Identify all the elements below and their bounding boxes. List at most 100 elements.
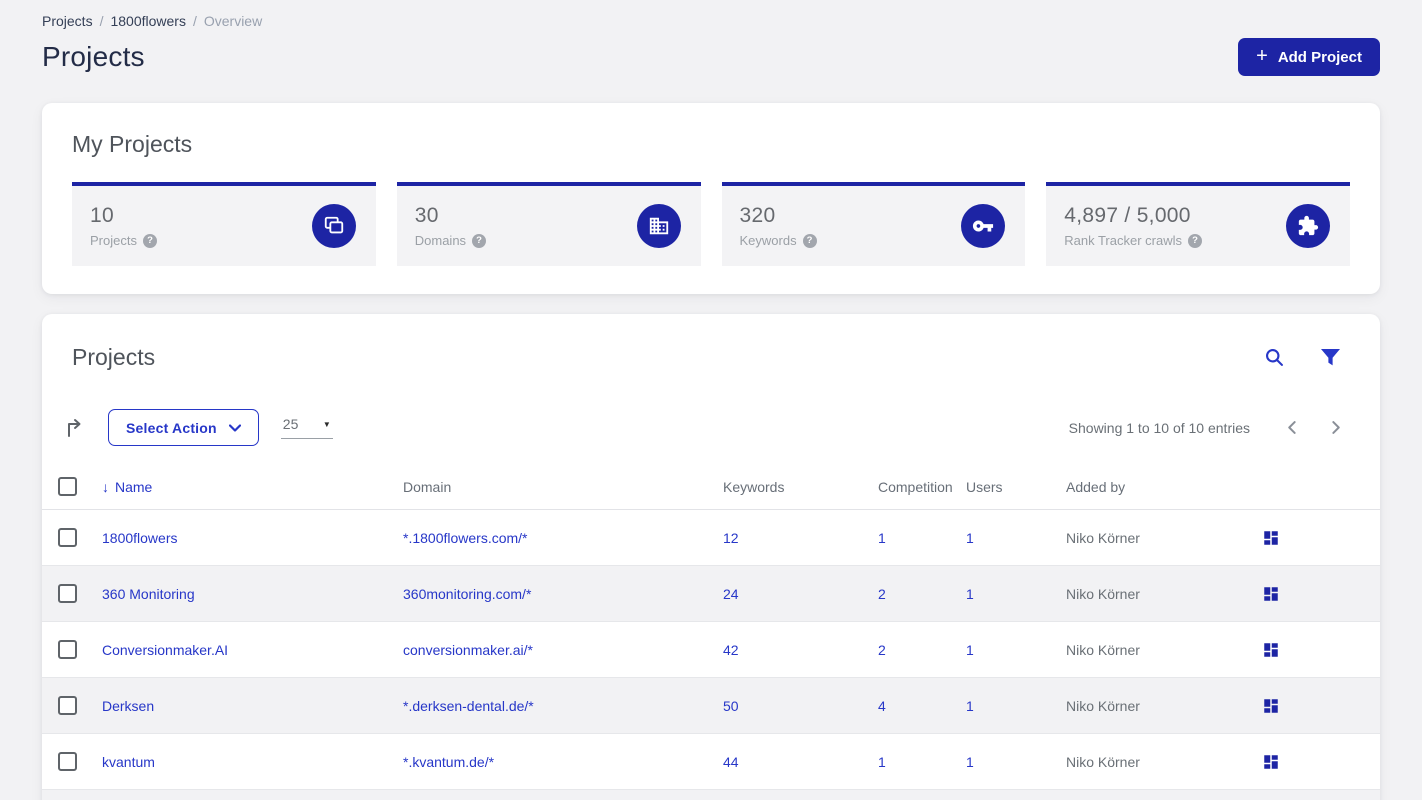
users-count-link[interactable]: 1 <box>966 642 974 658</box>
projects-panel-title: Projects <box>72 344 156 370</box>
users-count-link[interactable]: 1 <box>966 698 974 714</box>
stat-domains-label: Domains <box>414 233 467 248</box>
breadcrumb-1800flowers[interactable]: 1800flowers <box>110 13 186 29</box>
select-arrow-icon: ▼ <box>322 419 331 429</box>
project-name-link[interactable]: Conversionmaker.AI <box>102 642 228 658</box>
row-checkbox[interactable] <box>58 696 77 715</box>
page-size-value: 25 <box>282 416 299 432</box>
table-row: 1800flowers *.1800flowers.com/* 12 1 1 N… <box>42 510 1380 566</box>
my-projects-card: My Projects 10 Projects ? 30 Domains ? 3… <box>42 103 1380 294</box>
users-count-link[interactable]: 1 <box>966 586 974 602</box>
column-header-keywords[interactable]: Keywords <box>723 479 878 495</box>
plus-icon: + <box>1256 45 1268 67</box>
competition-count-link[interactable]: 2 <box>878 586 886 602</box>
stat-rank-tracker-value: 4,897 / 5,000 <box>1064 204 1191 227</box>
add-project-button[interactable]: + Add Project <box>1238 38 1380 76</box>
column-header-name[interactable]: ↓ Name <box>102 479 403 495</box>
stat-projects: 10 Projects ? <box>72 182 376 266</box>
keywords-count-link[interactable]: 42 <box>723 642 739 658</box>
row-checkbox[interactable] <box>58 752 77 771</box>
table-body: 1800flowers *.1800flowers.com/* 12 1 1 N… <box>42 510 1380 800</box>
row-checkbox[interactable] <box>58 584 77 603</box>
stats-row: 10 Projects ? 30 Domains ? 320 Keywords … <box>72 182 1350 266</box>
export-arrow-icon[interactable] <box>64 417 86 439</box>
stat-rank-tracker-label: Rank Tracker crawls <box>1064 233 1182 248</box>
pagination-status: Showing 1 to 10 of 10 entries <box>1068 419 1250 436</box>
added-by-value: Niko Körner <box>1066 585 1140 602</box>
project-name-link[interactable]: 360 Monitoring <box>102 586 195 602</box>
breadcrumb-separator: / <box>192 13 197 29</box>
breadcrumb-overview: Overview <box>203 13 263 29</box>
my-projects-title: My Projects <box>72 131 193 157</box>
select-action-dropdown[interactable]: Select Action <box>108 409 259 446</box>
project-name-link[interactable]: kvantum <box>102 754 155 770</box>
breadcrumb: Projects / 1800flowers / Overview <box>42 0 1380 29</box>
filter-icon[interactable] <box>1321 348 1340 367</box>
competition-count-link[interactable]: 4 <box>878 698 886 714</box>
add-project-label: Add Project <box>1277 48 1362 66</box>
keywords-count-link[interactable]: 50 <box>723 698 739 714</box>
keywords-count-link[interactable]: 12 <box>723 530 739 546</box>
breadcrumb-separator: / <box>99 13 104 29</box>
stat-keywords: 320 Keywords ? <box>721 182 1026 266</box>
row-checkbox[interactable] <box>58 528 77 547</box>
stat-rank-tracker: 4,897 / 5,000 Rank Tracker crawls ? <box>1046 182 1350 266</box>
dashboard-icon[interactable] <box>1262 641 1280 659</box>
project-domain-link[interactable]: *.kvantum.de/* <box>403 754 494 770</box>
dashboard-icon[interactable] <box>1262 529 1280 547</box>
help-icon[interactable]: ? <box>802 233 817 248</box>
stat-projects-label: Projects <box>90 233 137 248</box>
stat-domains-value: 30 <box>414 204 439 227</box>
search-icon[interactable] <box>1264 347 1285 368</box>
stat-keywords-value: 320 <box>739 204 776 227</box>
added-by-value: Niko Körner <box>1066 641 1140 658</box>
next-page-icon[interactable] <box>1321 417 1350 438</box>
column-header-added-by[interactable]: Added by <box>1066 479 1262 495</box>
table-header-row: ↓ Name Domain Keywords Competition Users… <box>42 464 1380 510</box>
projects-panel: Projects Select Action 25 ▼ Showing 1 to… <box>42 314 1380 800</box>
competition-count-link[interactable]: 1 <box>878 530 886 546</box>
page-title: Projects <box>42 41 145 72</box>
projects-table: ↓ Name Domain Keywords Competition Users… <box>42 464 1380 800</box>
keywords-count-link[interactable]: 24 <box>723 586 739 602</box>
help-icon[interactable]: ? <box>1188 233 1202 248</box>
column-header-users[interactable]: Users <box>966 479 1066 495</box>
row-checkbox[interactable] <box>58 640 77 659</box>
table-row: 360 Monitoring 360monitoring.com/* 24 2 … <box>42 566 1380 622</box>
select-all-checkbox[interactable] <box>58 477 77 496</box>
breadcrumb-projects[interactable]: Projects <box>42 13 93 29</box>
added-by-value: Niko Körner <box>1066 753 1140 770</box>
stat-keywords-label: Keywords <box>739 233 797 248</box>
users-count-link[interactable]: 1 <box>966 754 974 770</box>
dashboard-icon[interactable] <box>1262 753 1280 771</box>
select-action-label: Select Action <box>126 419 217 436</box>
prev-page-icon[interactable] <box>1278 417 1307 438</box>
project-name-link[interactable]: Derksen <box>102 698 154 714</box>
project-domain-link[interactable]: *.1800flowers.com/* <box>403 530 528 546</box>
stat-domains: 30 Domains ? <box>396 182 701 266</box>
added-by-value: Niko Körner <box>1066 529 1140 546</box>
help-icon[interactable]: ? <box>142 233 157 248</box>
keywords-count-link[interactable]: 44 <box>723 754 739 770</box>
competition-count-link[interactable]: 2 <box>878 642 886 658</box>
table-row: Conversionmaker.AI conversionmaker.ai/* … <box>42 622 1380 678</box>
project-domain-link[interactable]: 360monitoring.com/* <box>403 586 531 602</box>
dashboard-icon[interactable] <box>1262 585 1280 603</box>
users-count-link[interactable]: 1 <box>966 530 974 546</box>
column-header-domain[interactable]: Domain <box>403 479 723 495</box>
page-size-select[interactable]: 25 ▼ <box>280 416 333 439</box>
help-icon[interactable]: ? <box>472 233 487 248</box>
partial-next-row <box>42 790 1380 800</box>
sort-desc-icon: ↓ <box>102 478 109 495</box>
project-domain-link[interactable]: conversionmaker.ai/* <box>403 642 533 658</box>
dashboard-icon[interactable] <box>1262 697 1280 715</box>
added-by-value: Niko Körner <box>1066 697 1140 714</box>
table-row: Derksen *.derksen-dental.de/* 50 4 1 Nik… <box>42 678 1380 734</box>
project-domain-link[interactable]: *.derksen-dental.de/* <box>403 698 534 714</box>
stat-projects-value: 10 <box>90 204 114 227</box>
project-name-link[interactable]: 1800flowers <box>102 530 178 546</box>
column-header-competition[interactable]: Competition <box>878 479 966 495</box>
chevron-down-icon <box>228 423 241 432</box>
page-root: Projects / 1800flowers / Overview Projec… <box>0 0 1422 800</box>
competition-count-link[interactable]: 1 <box>878 754 886 770</box>
